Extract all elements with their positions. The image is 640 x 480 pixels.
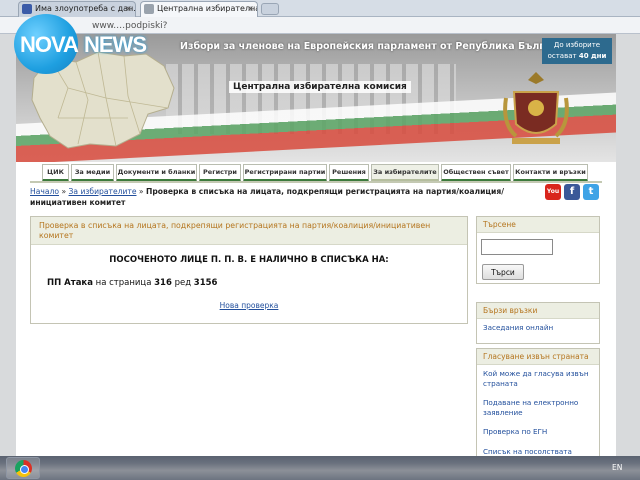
- nav-tab-documents[interactable]: Документи и бланки: [116, 164, 197, 182]
- result-heading: ПОСОЧЕНОТО ЛИЦЕ П. П. В. Е НАЛИЧНО В СПИ…: [109, 255, 389, 265]
- row-label: ред: [174, 278, 192, 288]
- nav-tab-label: За медии: [74, 168, 111, 176]
- search-button[interactable]: Търси: [482, 264, 524, 280]
- site-favicon-icon: [144, 4, 154, 14]
- nav-tab-for-voters[interactable]: За избирателите: [371, 164, 439, 182]
- vote-abroad-link[interactable]: Кой може да гласува извън страната: [477, 365, 599, 390]
- nav-tab-registers[interactable]: Регистри: [199, 164, 241, 182]
- nav-tab-label: Обществен съвет: [443, 168, 509, 176]
- logo-text-news: NEWS: [84, 32, 147, 57]
- search-input[interactable]: [481, 239, 553, 255]
- panel-header: Проверка в списъка на лицата, подкрепящи…: [31, 217, 467, 245]
- url-input[interactable]: [92, 19, 512, 32]
- breadcrumb-separator: »: [61, 187, 67, 196]
- vote-abroad-link[interactable]: Подаване на електронно заявление: [477, 390, 599, 419]
- coat-of-arms-icon: [503, 72, 569, 144]
- twitter-icon[interactable]: t: [583, 184, 599, 200]
- nav-tab-cik[interactable]: ЦИК: [42, 164, 69, 182]
- check-result-panel: Проверка в списъка на лицата, подкрепящи…: [30, 216, 468, 324]
- countdown-remaining-label: остават: [547, 52, 577, 60]
- tab-title: Централна избирателна: [157, 4, 258, 13]
- new-tab-button[interactable]: [261, 3, 279, 15]
- os-taskbar: EN: [0, 456, 640, 480]
- breadcrumb-home-link[interactable]: Начало: [30, 187, 59, 196]
- new-check-link[interactable]: Нова проверка: [31, 301, 467, 310]
- breadcrumb-separator: »: [138, 187, 144, 196]
- nav-tab-label: ЦИК: [47, 168, 64, 176]
- nav-tab-label: За избирателите: [373, 168, 437, 176]
- breadcrumb-section-link[interactable]: За избирателите: [69, 187, 137, 196]
- commission-name: Централна избирателна комисия: [229, 81, 411, 93]
- chrome-icon: [15, 460, 32, 477]
- nav-tab-label: Регистрирани партии: [244, 168, 326, 176]
- close-icon[interactable]: ×: [247, 2, 254, 16]
- vote-abroad-link[interactable]: Проверка по ЕГН: [477, 419, 599, 439]
- quick-links-panel: Бързи връзки Заседания онлайн: [476, 302, 600, 344]
- web-page: Избори за членове на Европейския парламе…: [16, 34, 616, 480]
- facebook-icon[interactable]: f: [564, 184, 580, 200]
- search-panel: Търсене Търси: [476, 216, 600, 284]
- nav-tab-public-council[interactable]: Обществен съвет: [441, 164, 511, 182]
- vote-abroad-title: Гласуване извън страната: [477, 349, 599, 365]
- page-label: на страница: [95, 278, 152, 288]
- site-favicon-icon: [22, 4, 32, 14]
- row-number: 3156: [193, 278, 218, 288]
- nav-tab-label: Контакти и връзки: [515, 168, 586, 176]
- countdown-days-line: остават 40 дни: [542, 51, 612, 62]
- nav-tab-label: Документи и бланки: [117, 168, 196, 176]
- election-countdown-badge: До изборите остават 40 дни: [542, 38, 612, 64]
- quick-link-online-sessions[interactable]: Заседания онлайн: [477, 319, 599, 335]
- search-panel-title: Търсене: [477, 217, 599, 233]
- nav-tab-registered-parties[interactable]: Регистрирани партии: [243, 164, 327, 182]
- party-name: ПП Атака: [47, 278, 93, 288]
- nav-tab-contacts[interactable]: Контакти и връзки: [513, 164, 588, 182]
- taskbar-chrome-button[interactable]: [6, 457, 40, 479]
- youtube-icon[interactable]: You: [545, 184, 561, 200]
- browser-tab-cik[interactable]: Централна избирателна ×: [140, 1, 258, 17]
- quick-links-title: Бързи връзки: [477, 303, 599, 319]
- page-number: 316: [154, 278, 172, 288]
- logo-text-nova: NOVA: [20, 32, 79, 57]
- result-details: ПП Атака на страница 316 ред 3156: [47, 278, 217, 288]
- banner-title: Избори за членове на Европейския парламе…: [180, 41, 571, 52]
- language-indicator[interactable]: EN: [612, 463, 622, 472]
- breadcrumb: Начало » За избирателите » Проверка в сп…: [30, 186, 540, 208]
- countdown-label: До изборите: [553, 41, 601, 49]
- nav-divider: [30, 181, 602, 183]
- tab-title: Има злоупотреба с дан…: [35, 4, 136, 13]
- nav-tab-label: Регистри: [203, 168, 237, 176]
- nav-tab-decisions[interactable]: Решения: [329, 164, 369, 182]
- countdown-days: 40 дни: [578, 52, 607, 60]
- nav-tab-label: Решения: [332, 168, 366, 176]
- nova-news-logo: NOVA NEWS: [14, 14, 148, 74]
- nav-tab-media[interactable]: За медии: [71, 164, 114, 182]
